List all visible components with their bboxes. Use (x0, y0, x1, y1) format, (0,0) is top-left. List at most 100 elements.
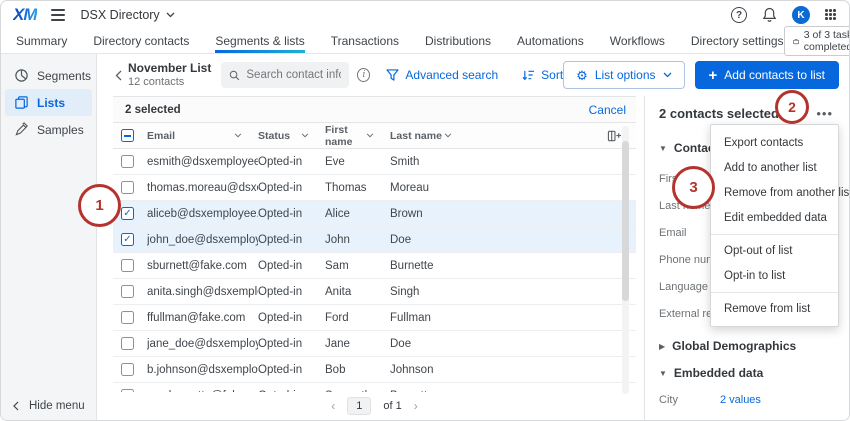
tabs: Summary Directory contacts Segments & list… (16, 29, 784, 53)
menu-item[interactable]: Export contacts (711, 130, 838, 155)
cell-email: anita.singh@dsxemployee... (147, 285, 258, 298)
row-checkbox[interactable] (121, 311, 134, 324)
table-row[interactable]: jane_doe@dsxemployee.... Opted-in Jane D… (113, 331, 636, 357)
table-row[interactable]: b.johnson@dsxemployee.... Opted-in Bob J… (113, 357, 636, 383)
sidebar-item-samples[interactable]: Samples (5, 116, 92, 143)
info-icon[interactable]: i (357, 68, 371, 82)
menu-item[interactable]: Opt-in to list (711, 263, 838, 288)
sort-button[interactable]: Sort (522, 68, 563, 82)
cell-last-name: Doe (390, 337, 412, 350)
directory-tab-bar: Summary Directory contacts Segments & list… (1, 26, 849, 56)
app-switcher-waffle-icon[interactable] (825, 9, 837, 21)
menu-item[interactable]: Edit embedded data (711, 205, 838, 230)
filter-funnel-icon (386, 69, 400, 81)
table-row[interactable]: anita.singh@dsxemployee... Opted-in Anit… (113, 279, 636, 305)
cell-first-name: Alice (325, 207, 350, 220)
column-menu-chevron-icon[interactable] (301, 133, 309, 138)
directory-name: DSX Directory (80, 8, 160, 22)
chevron-down-icon (663, 72, 671, 78)
notifications-bell-icon[interactable] (762, 7, 777, 23)
cell-first-name: Anita (325, 285, 352, 298)
row-checkbox[interactable] (121, 207, 134, 220)
table-row[interactable]: sburnett@fake.com Opted-in Sam Burnette (113, 253, 636, 279)
menu-item[interactable]: Remove from list (711, 292, 838, 321)
help-icon[interactable]: ? (731, 7, 747, 23)
embedded-field-value-link[interactable]: 2 values (720, 394, 761, 406)
cell-email: sburnett@fake.com (147, 259, 247, 272)
current-page-input[interactable]: 1 (347, 397, 372, 415)
tab[interactable]: Directory contacts (93, 29, 189, 53)
cancel-selection-button[interactable]: Cancel (589, 103, 626, 117)
menu-item[interactable]: Remove from another list (711, 180, 849, 205)
list-toolbar: November List 12 contacts i Advanced sea… (97, 54, 849, 96)
search-box (221, 62, 350, 88)
column-header[interactable]: Last name (390, 130, 468, 142)
back-button[interactable] (111, 66, 126, 85)
pagination: ‹ 1 of 1 › (113, 392, 636, 420)
table-scrollbar-thumb[interactable] (622, 141, 629, 301)
next-page-button[interactable]: › (414, 399, 418, 413)
cell-last-name: Burnette (390, 259, 434, 272)
column-header[interactable]: Status (258, 130, 325, 142)
row-checkbox[interactable] (121, 259, 134, 272)
lists-icon (15, 96, 28, 109)
tasks-completed-badge[interactable]: 3 of 3 tasks completed (783, 26, 849, 56)
advanced-search-button[interactable]: Advanced search (386, 68, 498, 82)
select-all-checkbox[interactable] (121, 129, 134, 142)
column-menu-chevron-icon[interactable] (234, 133, 242, 138)
cell-status: Opted-in (258, 233, 303, 246)
list-name: November List (128, 60, 212, 75)
row-checkbox[interactable] (121, 155, 134, 168)
cell-last-name: Fullman (390, 311, 431, 324)
annotation-marker-1: 1 (78, 184, 121, 227)
directory-switcher[interactable]: DSX Directory (81, 8, 175, 22)
column-menu-chevron-icon[interactable] (444, 133, 452, 138)
cell-email: b.johnson@dsxemployee.... (147, 363, 258, 376)
prev-page-button[interactable]: ‹ (331, 399, 335, 413)
row-checkbox[interactable] (121, 337, 134, 350)
search-input[interactable] (246, 69, 342, 81)
tab[interactable]: Summary (16, 29, 67, 53)
sidebar-item-lists[interactable]: Lists (5, 89, 92, 116)
selection-bar: 2 selected Cancel (113, 96, 636, 123)
menu-item[interactable]: Add to another list (711, 155, 838, 180)
tab[interactable]: Automations (517, 29, 584, 53)
row-checkbox[interactable] (121, 181, 134, 194)
section-embedded-data[interactable]: ▼ Embedded data (659, 366, 835, 380)
cell-email: john_doe@dsxemployee.... (147, 233, 258, 246)
tab[interactable]: Segments & lists (215, 29, 306, 53)
add-column-icon[interactable] (607, 129, 622, 143)
hide-menu-button[interactable]: Hide menu (13, 400, 85, 412)
table-row[interactable]: thomas.moreau@dsxempl... Opted-in Thomas… (113, 175, 636, 201)
hamburger-menu-icon[interactable] (50, 9, 65, 21)
cell-status: Opted-in (258, 207, 303, 220)
gear-icon: ⚙ (576, 67, 588, 83)
cell-first-name: Ford (325, 311, 349, 324)
tab[interactable]: Workflows (610, 29, 665, 53)
table-row[interactable]: esmith@dsxemployee.com Opted-in Eve Smit… (113, 149, 636, 175)
row-checkbox[interactable] (121, 363, 134, 376)
section-global-demographics[interactable]: ▶ Global Demographics (659, 339, 835, 353)
column-menu-chevron-icon[interactable] (366, 133, 374, 138)
tab[interactable]: Transactions (331, 29, 399, 53)
panel-more-actions-icon[interactable]: ••• (814, 107, 835, 120)
table-row[interactable]: ffullman@fake.com Opted-in Ford Fullman (113, 305, 636, 331)
sidebar-item-segments[interactable]: Segments (5, 62, 92, 89)
samples-dropper-icon (15, 122, 28, 136)
user-avatar[interactable]: K (792, 6, 810, 24)
tab[interactable]: Distributions (425, 29, 491, 53)
table-row[interactable]: aliceb@dsxemployee.com Opted-in Alice Br… (113, 201, 636, 227)
menu-item[interactable]: Opt-out of list (711, 234, 838, 263)
table-row[interactable]: samburnette@fake.com Opted-in Samantha B… (113, 383, 636, 392)
cell-first-name: John (325, 233, 350, 246)
column-header[interactable]: First name (325, 124, 390, 148)
column-header[interactable]: Email (147, 130, 258, 142)
row-checkbox[interactable] (121, 285, 134, 298)
tab[interactable]: Directory settings (691, 29, 784, 53)
list-title-block: November List 12 contacts (128, 61, 211, 90)
row-checkbox[interactable] (121, 233, 134, 246)
contacts-table-area: 2 selected Cancel Email Status First nam… (97, 96, 644, 420)
add-contacts-to-list-button[interactable]: + Add contacts to list (694, 61, 839, 89)
table-row[interactable]: john_doe@dsxemployee.... Opted-in John D… (113, 227, 636, 253)
list-options-button[interactable]: ⚙ List options (563, 61, 685, 89)
